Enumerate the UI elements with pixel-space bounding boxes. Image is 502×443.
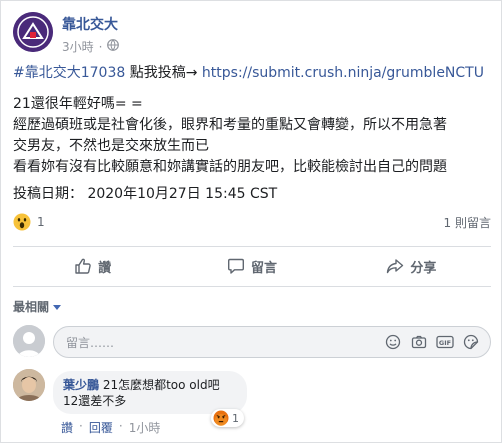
post-time[interactable]: 3小時 xyxy=(62,38,94,55)
post-text-line: 看看妳有沒有比較願意和妳講實話的朋友吧，比較能檢討出自己的問題 xyxy=(13,159,447,175)
page-name-link[interactable]: 靠北交大 xyxy=(62,14,118,34)
emoji-icon[interactable] xyxy=(384,333,402,351)
post-text-line: 經歷過碩班或是社會化後，眼界和考量的重點又會轉變，所以不用急著 xyxy=(13,117,447,133)
like-button[interactable]: 讚 xyxy=(13,246,172,286)
comment-bubble-icon xyxy=(227,258,244,274)
comments-count-link[interactable]: 1 則留言 xyxy=(444,214,491,231)
share-button[interactable]: 分享 xyxy=(332,246,491,286)
comment-reply-link[interactable]: 回覆 xyxy=(89,419,113,436)
comment-like-link[interactable]: 讚 xyxy=(61,419,73,436)
angry-reaction-icon xyxy=(213,410,229,426)
comment-text: 21怎麼想都too old吧 xyxy=(99,378,220,392)
comment-label: 留言 xyxy=(250,260,277,276)
action-bar: 讚 留言 分享 xyxy=(13,246,491,286)
gif-icon[interactable]: GIF xyxy=(436,333,454,351)
comment-reaction-count: 1 xyxy=(232,411,239,425)
camera-icon[interactable] xyxy=(410,333,428,351)
post-meta: 3小時 · xyxy=(62,38,120,55)
comment-actions: 讚 · 回覆 · 1小時 xyxy=(61,419,160,436)
comment-bubble: 葉少鵬 21怎麼想都too old吧 12還差不多 xyxy=(53,371,247,414)
commenter-avatar[interactable] xyxy=(13,369,45,401)
public-globe-icon xyxy=(107,39,120,54)
default-avatar-icon xyxy=(13,325,45,357)
comment-button[interactable]: 留言 xyxy=(172,246,331,286)
sort-label: 最相關 xyxy=(13,300,50,314)
svg-text:GIF: GIF xyxy=(439,339,451,347)
post-body: #靠北交大17038 點我投稿→ https://submit.crush.ni… xyxy=(13,63,493,205)
post-text-line: 交男友，不然也是交來放生而已 xyxy=(13,138,209,154)
comment-placeholder: 留言…… xyxy=(66,335,115,350)
comment-sort-dropdown[interactable]: 最相關 xyxy=(13,298,62,315)
post-card: 靠北交大 3小時 · #靠北交大17038 點我投稿→ https://subm… xyxy=(0,0,502,443)
comment-reaction[interactable]: 1 xyxy=(211,409,244,427)
thumbs-up-icon xyxy=(75,258,91,274)
like-label: 讚 xyxy=(98,260,112,276)
page-logo-icon xyxy=(13,12,53,52)
hashtag-link[interactable]: #靠北交大17038 xyxy=(13,65,125,81)
submit-cta: 點我投稿→ xyxy=(125,65,202,81)
comment-input[interactable]: 留言…… GIF xyxy=(53,326,491,358)
chevron-down-icon xyxy=(53,304,62,310)
reactions[interactable]: 1 xyxy=(13,213,45,231)
post-link-line: #靠北交大17038 點我投稿→ https://submit.crush.ni… xyxy=(13,63,493,84)
comment-line-1: 葉少鵬 21怎麼想都too old吧 xyxy=(63,377,237,393)
post-date-line: 投稿日期： 2020年10月27日 15:45 CST xyxy=(13,186,278,202)
reaction-count: 1 xyxy=(37,215,45,229)
divider xyxy=(13,286,491,287)
wow-reaction-icon xyxy=(13,213,31,231)
action-separator: · xyxy=(118,419,123,433)
action-separator: · xyxy=(79,419,83,433)
commenter-photo-icon xyxy=(13,369,45,401)
sticker-icon[interactable] xyxy=(462,333,480,351)
page-avatar[interactable] xyxy=(13,12,53,52)
comment-time[interactable]: 1小時 xyxy=(129,419,161,436)
post-text-line: 21還很年輕好嗎= = xyxy=(13,96,143,112)
meta-separator: · xyxy=(98,39,103,54)
current-user-avatar xyxy=(13,325,45,357)
reaction-summary: 1 1 則留言 xyxy=(13,213,491,231)
submit-url-link[interactable]: https://submit.crush.ninja/grumbleNCTU xyxy=(202,65,484,81)
composer-tools: GIF xyxy=(384,333,490,351)
share-arrow-icon xyxy=(387,259,404,274)
comment-author-link[interactable]: 葉少鵬 xyxy=(63,378,99,392)
comment-line-2: 12還差不多 xyxy=(63,394,127,408)
share-label: 分享 xyxy=(410,260,437,276)
